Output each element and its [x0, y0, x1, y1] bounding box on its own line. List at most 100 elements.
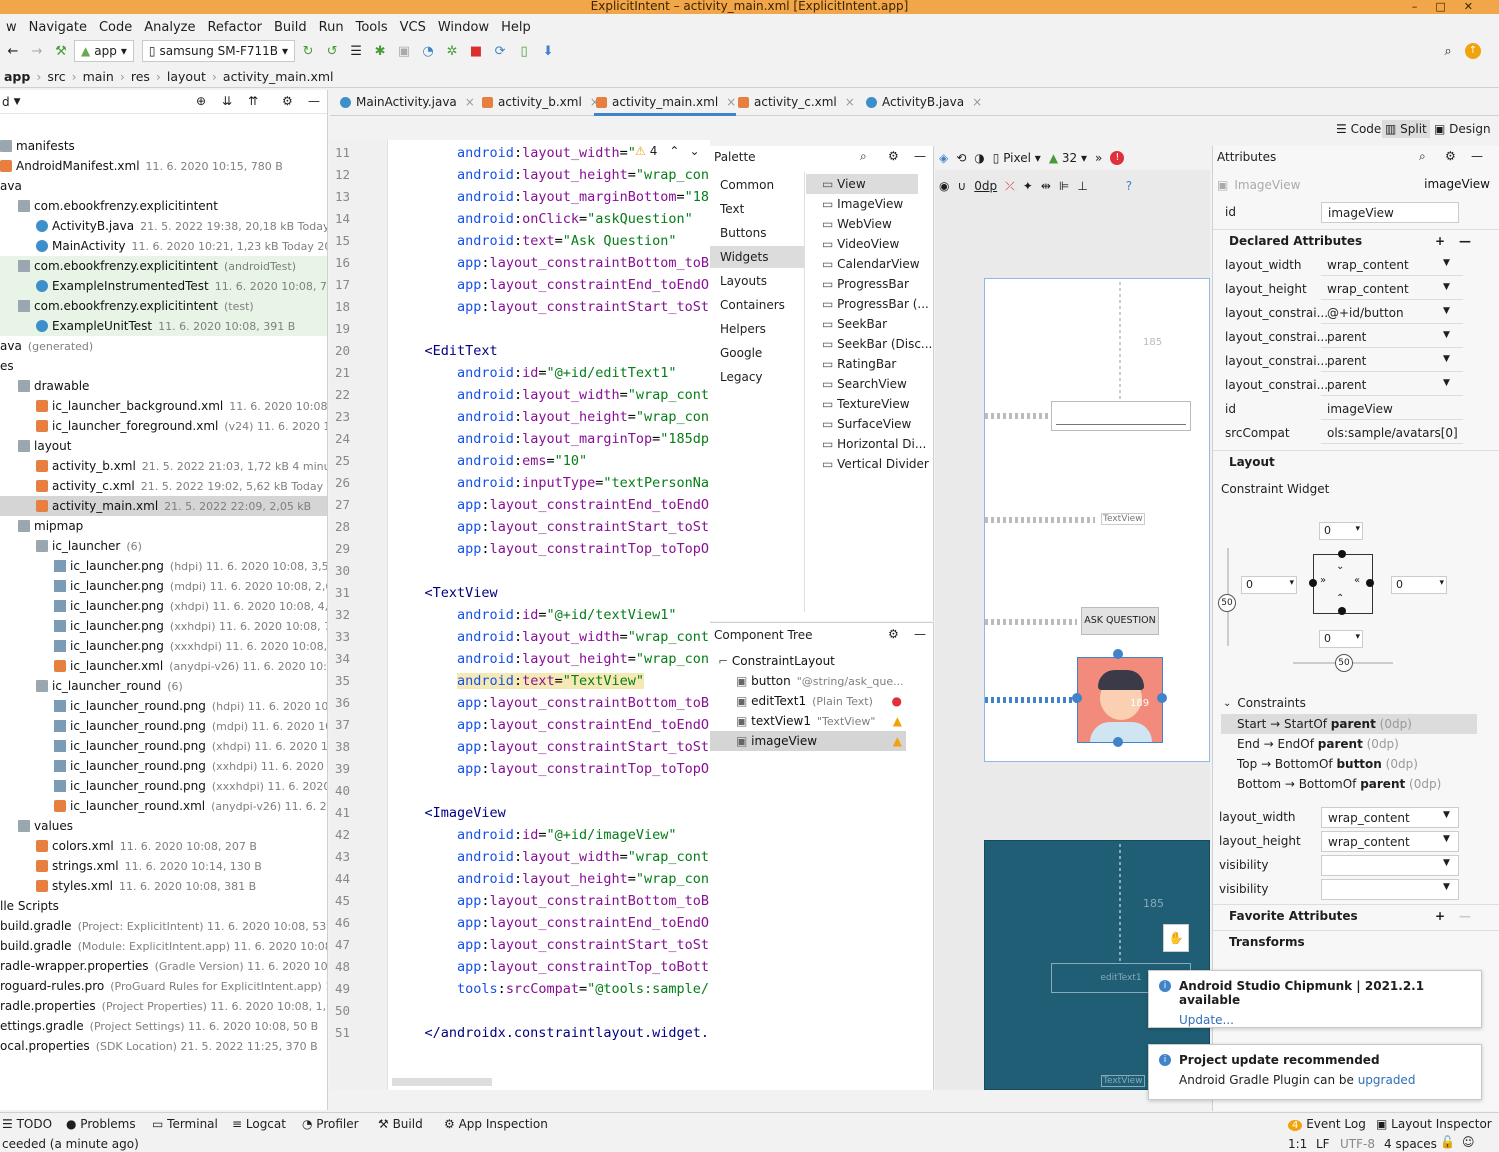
api-level-select[interactable]: ▲ 32 ▾	[1049, 151, 1087, 165]
tree-item[interactable]: ExampleInstrumentedTest 11. 6. 2020 10:08…	[0, 276, 327, 296]
breadcrumb-item[interactable]: app	[4, 69, 30, 84]
gear-icon[interactable]: ⚙	[1445, 149, 1456, 163]
dropdown-icon[interactable]: ▼	[1443, 378, 1450, 388]
tree-item[interactable]: ava	[0, 176, 327, 196]
transforms-header[interactable]: Transforms	[1213, 930, 1499, 952]
tool-window-button[interactable]: ≡ Logcat	[232, 1117, 286, 1131]
code-line[interactable]: android:layout_height="wrap_con	[392, 164, 709, 186]
tree-item[interactable]: build.gradle (Project: ExplicitIntent) 11…	[0, 916, 327, 936]
remove-favorite-icon[interactable]: —	[1459, 905, 1471, 927]
component-tree-item[interactable]: ▣ textView1 "TextView" ▲	[710, 711, 906, 731]
tree-item[interactable]: values	[0, 816, 327, 836]
tree-item[interactable]: com.ebookfrenzy.explicitintent (androidTe…	[0, 256, 327, 276]
help-icon[interactable]: ?	[1126, 179, 1132, 193]
lock-icon[interactable]: 🔓	[1440, 1135, 1455, 1149]
tree-item[interactable]: activity_main.xml 21. 5. 2022 22:09, 2,05…	[0, 496, 327, 516]
upgrade-link[interactable]: upgraded	[1358, 1073, 1416, 1087]
menu-item[interactable]: Navigate	[23, 20, 93, 35]
bottom-anchor-handle[interactable]	[1113, 737, 1123, 747]
dropdown-icon[interactable]: ▼	[1443, 882, 1450, 892]
button-preview[interactable]: ASK QUESTION	[1081, 607, 1159, 635]
indent-setting[interactable]: 4 spaces	[1384, 1137, 1437, 1151]
attribute-select[interactable]: wrap_content	[1321, 831, 1459, 852]
code-line[interactable]: android:layout_height="wrap_con	[392, 868, 709, 890]
menu-item[interactable]: Run	[313, 20, 350, 35]
update-notification[interactable]: i Android Studio Chipmunk | 2021.2.1 ava…	[1148, 970, 1482, 1028]
coverage-icon[interactable]: ▣	[393, 40, 415, 62]
smiley-icon[interactable]: ☺	[1462, 1135, 1475, 1149]
minimize-icon[interactable]: —	[914, 149, 926, 163]
code-line[interactable]	[392, 1000, 425, 1022]
declared-attributes-header[interactable]: Declared Attributes + —	[1213, 229, 1499, 251]
editor-tab[interactable]: ActivityB.java ×	[864, 90, 982, 116]
palette-item[interactable]: ▭ Horizontal Di...	[822, 434, 926, 454]
update-link[interactable]: Update...	[1179, 1013, 1471, 1027]
breadcrumb-item[interactable]: activity_main.xml	[223, 69, 334, 84]
expand-all-icon[interactable]: ⇊	[222, 94, 232, 108]
dropdown-icon[interactable]: ▼	[1443, 810, 1450, 820]
imageview-preview[interactable]: 189	[1077, 657, 1163, 743]
tree-item[interactable]: ic_launcher_round (6)	[0, 676, 327, 696]
dropdown-icon[interactable]: ▼	[1443, 354, 1450, 364]
attach-debugger-icon[interactable]: ✲	[441, 40, 463, 62]
dropdown-icon[interactable]: ▼	[1443, 834, 1450, 844]
minimize-icon[interactable]: —	[1471, 149, 1483, 163]
error-icon[interactable]: !	[1110, 151, 1125, 165]
code-line[interactable]: app:layout_constraintEnd_toEndO	[392, 274, 709, 296]
update-badge-icon[interactable]: ↑	[1465, 43, 1481, 59]
debug-icon[interactable]: ✱	[369, 40, 391, 62]
textview-preview[interactable]: TextView	[1101, 513, 1145, 525]
tool-window-button[interactable]: ☰ TODO	[2, 1117, 52, 1131]
next-highlight-icon[interactable]: ⌄	[689, 144, 699, 158]
tree-item[interactable]: ic_launcher.png (xxhdpi) 11. 6. 2020 10:0…	[0, 616, 327, 636]
run-list-icon[interactable]: ☰	[345, 40, 367, 62]
editor-tab[interactable]: activity_c.xml ×	[736, 90, 855, 116]
apply-code-changes-icon[interactable]: ↺	[321, 40, 343, 62]
palette-category[interactable]: Legacy	[720, 366, 763, 388]
id-input[interactable]: imageView	[1321, 202, 1459, 223]
code-line[interactable]: app:layout_constraintTop_toTopO	[392, 538, 709, 560]
tree-item[interactable]: ic_launcher_background.xml 11. 6. 2020 10…	[0, 396, 327, 416]
code-line[interactable]: android:layout_width="	[392, 142, 636, 164]
constraint-item[interactable]: Start → StartOf parent (0dp)	[1221, 714, 1477, 734]
minimize-icon[interactable]: —	[308, 94, 320, 108]
attribute-value[interactable]: wrap_content	[1321, 255, 1463, 276]
window-controls[interactable]: –□✕	[1412, 0, 1491, 13]
code-line[interactable]: android:inputType="textPersonNa	[392, 472, 709, 494]
palette-item[interactable]: ▭ ProgressBar (...	[822, 294, 929, 314]
breadcrumb-item[interactable]: src	[47, 69, 65, 84]
code-line[interactable]: android:layout_marginTop="185dp	[392, 428, 709, 450]
tree-item[interactable]: ic_launcher_round.png (xhdpi) 11. 6. 2020…	[0, 736, 327, 756]
tree-item[interactable]: layout	[0, 436, 327, 456]
attribute-value[interactable]: imageView	[1321, 399, 1463, 420]
constraint-item[interactable]: End → EndOf parent (0dp)	[1221, 734, 1477, 754]
attribute-select[interactable]: wrap_content	[1321, 807, 1459, 828]
code-line[interactable]: android:text="Ask Question"	[392, 230, 677, 252]
profile-icon[interactable]: ◔	[417, 40, 439, 62]
close-icon[interactable]: ×	[845, 95, 855, 109]
code-line[interactable]: android:id="@+id/imageView"	[392, 824, 677, 846]
palette-item[interactable]: ▭ SeekBar (Disc...	[822, 334, 932, 354]
dropdown-icon[interactable]: ▼	[1443, 858, 1450, 868]
stop-icon[interactable]: ■	[465, 40, 487, 62]
attribute-value[interactable]: parent	[1321, 327, 1463, 348]
pan-hand-icon[interactable]: ✋	[1163, 924, 1189, 952]
code-line[interactable]: app:layout_constraintBottom_toB	[392, 252, 709, 274]
tree-item[interactable]: ic_launcher.png (mdpi) 11. 6. 2020 10:08,…	[0, 576, 327, 596]
tree-item[interactable]: ava (generated)	[0, 336, 327, 356]
tree-item[interactable]: es	[0, 356, 327, 376]
guidelines-icon[interactable]: ⊥	[1077, 179, 1087, 193]
inspection-widget[interactable]: ⚠ 4 ⌃ ⌄	[635, 144, 700, 158]
code-line[interactable]: android:layout_width="wrap_cont	[392, 626, 709, 648]
more-icon[interactable]: »	[1095, 151, 1102, 165]
menu-item[interactable]: Build	[268, 20, 313, 35]
sdk-manager-icon[interactable]: ⬇	[537, 40, 559, 62]
attribute-select[interactable]	[1321, 855, 1459, 876]
infer-constraints-icon[interactable]: ✦	[1023, 179, 1033, 193]
dropdown-icon[interactable]: ▼	[1443, 258, 1450, 268]
breadcrumb-item[interactable]: main	[83, 69, 114, 84]
palette-item[interactable]: ▭ SearchView	[822, 374, 907, 394]
code-line[interactable]: app:layout_constraintStart_toSt	[392, 934, 709, 956]
end-anchor-handle[interactable]	[1157, 693, 1167, 703]
split-mode-button[interactable]: ▥ Split	[1382, 120, 1430, 138]
